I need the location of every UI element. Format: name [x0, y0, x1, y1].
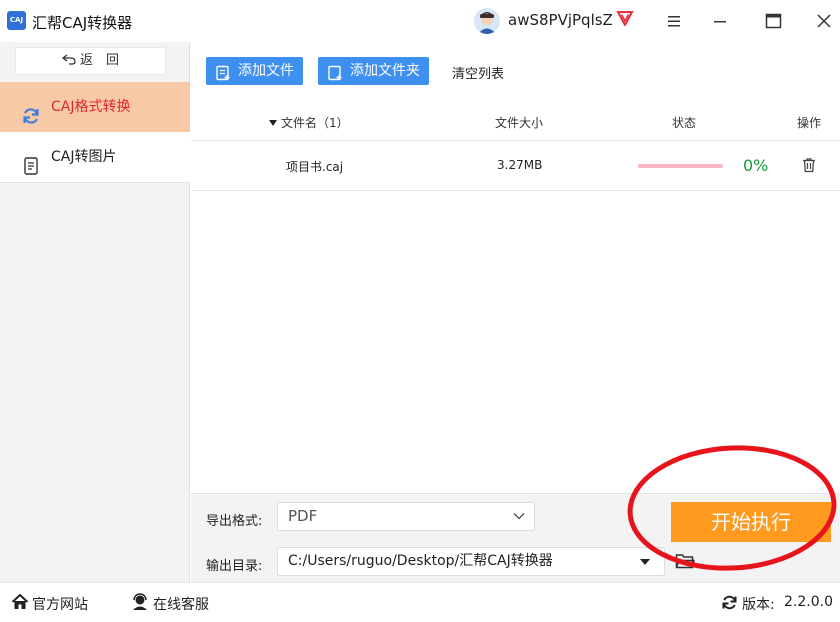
clear-list-button[interactable]: 清空列表	[452, 63, 504, 82]
add-folder-label: 添加文件夹	[350, 63, 420, 79]
document-icon	[21, 147, 41, 175]
online-support-link[interactable]: 在线客服	[153, 594, 209, 614]
title-bar: CAJ 汇帮CAJ转换器 awS8PVjPqlsZ	[0, 0, 840, 42]
delete-icon[interactable]	[801, 157, 817, 173]
add-file-button[interactable]: 添加文件	[206, 57, 303, 85]
table-row[interactable]: 项目书.caj 3.27MB 0%	[191, 141, 840, 191]
sidebar-item-caj-convert[interactable]: CAJ格式转换	[0, 82, 190, 132]
back-label: 返 回	[79, 53, 119, 68]
status-bar: 官方网站 在线客服 版本: 2.2.0.0	[0, 582, 840, 622]
username[interactable]: awS8PVjPqlsZ	[508, 11, 613, 29]
format-value: PDF	[288, 507, 318, 525]
file-name-cell: 项目书.caj	[286, 160, 344, 174]
add-folder-button[interactable]: 添加文件夹	[318, 57, 429, 85]
sidebar-item-caj-to-image[interactable]: CAJ转图片	[0, 132, 190, 183]
support-agent-icon	[131, 593, 149, 611]
output-dir-value: C:/Users/ruguo/Desktop/汇帮CAJ转换器	[288, 553, 553, 569]
start-button[interactable]: 开始执行	[671, 502, 831, 542]
column-header-operation: 操作	[797, 116, 822, 130]
format-select[interactable]: PDF	[277, 502, 535, 531]
sidebar: 返 回 CAJ格式转换 CAJ转图片	[0, 42, 190, 582]
maximize-icon[interactable]	[761, 9, 785, 33]
output-dir-label: 输出目录:	[206, 559, 263, 574]
chevron-down-icon	[513, 513, 525, 520]
app-title: 汇帮CAJ转换器	[32, 14, 133, 32]
add-folder-icon	[327, 63, 343, 81]
home-icon	[11, 593, 29, 611]
sort-arrow-icon	[269, 120, 277, 126]
user-avatar[interactable]	[474, 8, 500, 34]
refresh-icon	[21, 97, 41, 124]
vip-diamond-icon[interactable]	[616, 10, 634, 30]
version-label: 版本:	[742, 597, 775, 613]
file-size-cell: 3.27MB	[497, 158, 543, 172]
sidebar-item-label: CAJ格式转换	[51, 99, 131, 115]
column-header-status: 状态	[672, 116, 697, 130]
back-arrow-icon	[61, 54, 76, 65]
progress-percent: 0%	[743, 156, 769, 175]
add-file-icon	[215, 63, 231, 81]
update-icon[interactable]	[721, 594, 738, 611]
back-button[interactable]: 返 回	[15, 47, 166, 75]
sidebar-item-label: CAJ转图片	[51, 149, 117, 165]
file-table-header: 文件名（1） 文件大小 状态 操作	[191, 101, 840, 141]
menu-icon[interactable]	[662, 9, 686, 33]
progress-bar	[638, 164, 723, 168]
add-file-label: 添加文件	[238, 63, 294, 79]
version-number: 2.2.0.0	[784, 594, 833, 610]
close-icon[interactable]	[812, 9, 836, 33]
open-folder-icon[interactable]	[675, 552, 695, 570]
output-dir-select[interactable]: C:/Users/ruguo/Desktop/汇帮CAJ转换器	[277, 547, 665, 576]
official-site-link[interactable]: 官方网站	[32, 594, 88, 614]
caret-down-icon	[640, 559, 650, 565]
column-header-size: 文件大小	[495, 116, 544, 130]
format-label: 导出格式:	[206, 514, 263, 529]
minimize-icon[interactable]	[708, 9, 732, 33]
column-header-name[interactable]: 文件名（1）	[269, 114, 349, 131]
app-logo-icon: CAJ	[7, 11, 26, 30]
